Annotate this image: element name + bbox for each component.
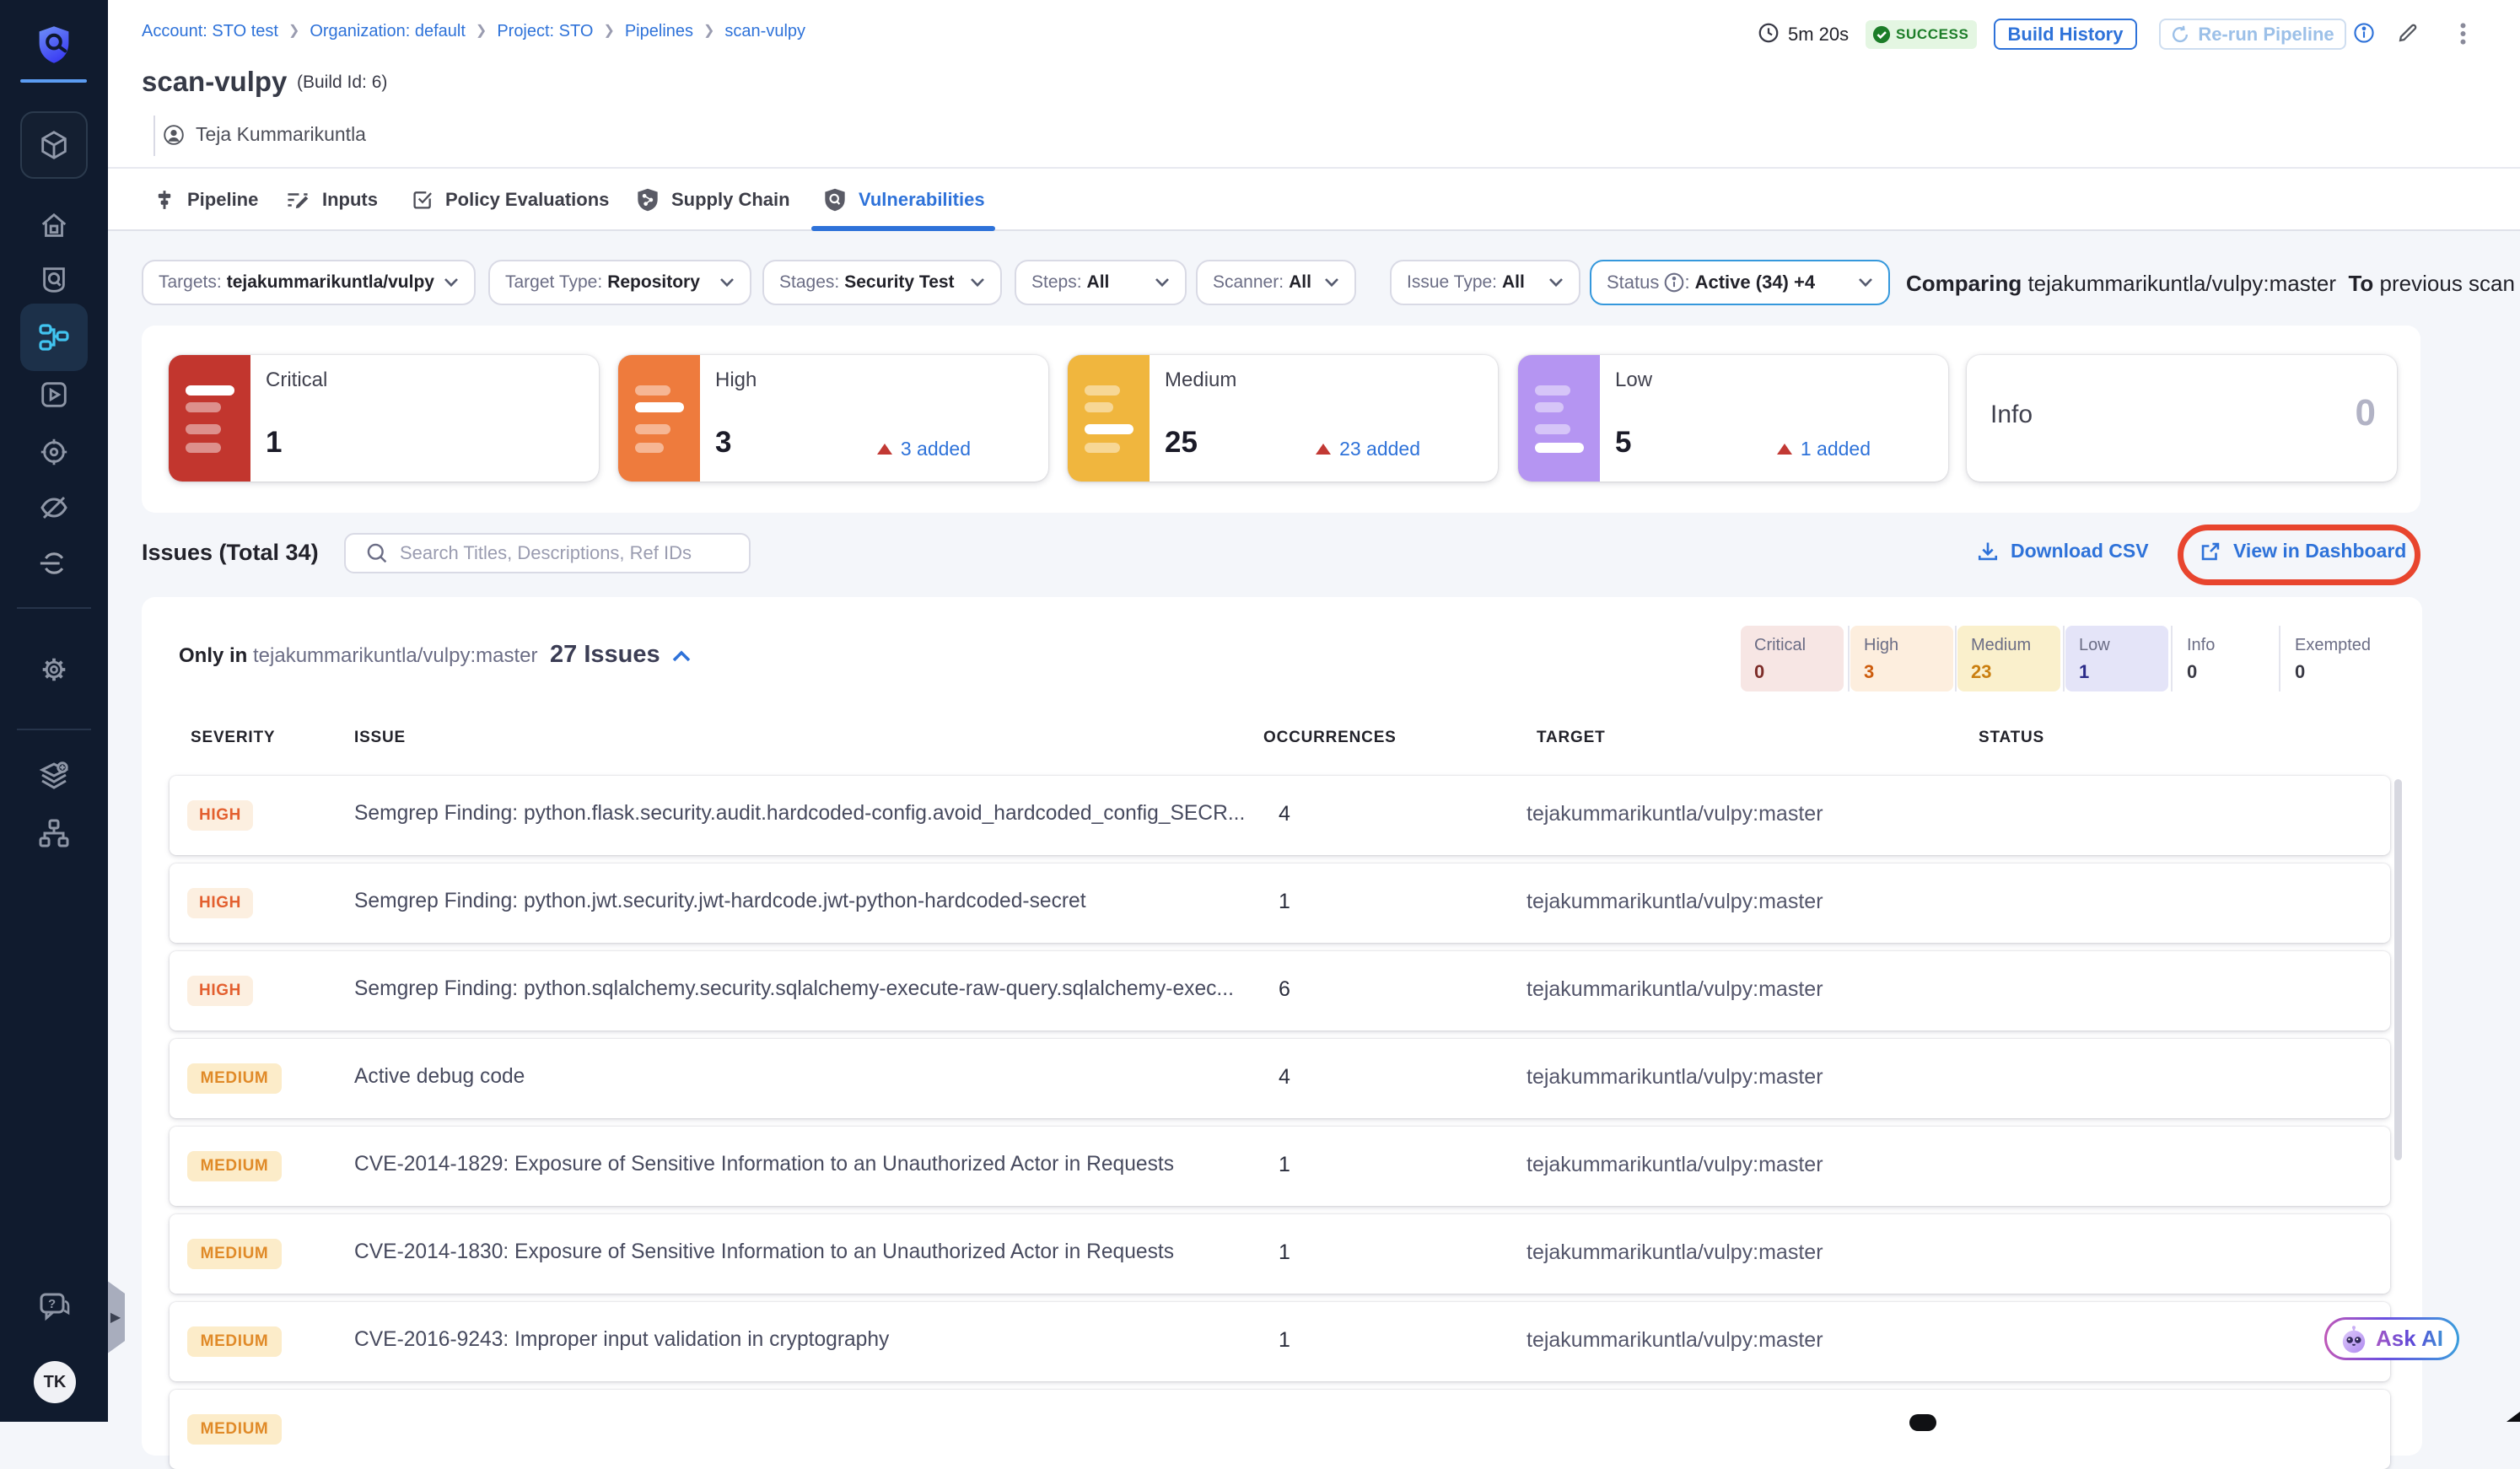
svg-text:?: ? xyxy=(48,1297,56,1311)
